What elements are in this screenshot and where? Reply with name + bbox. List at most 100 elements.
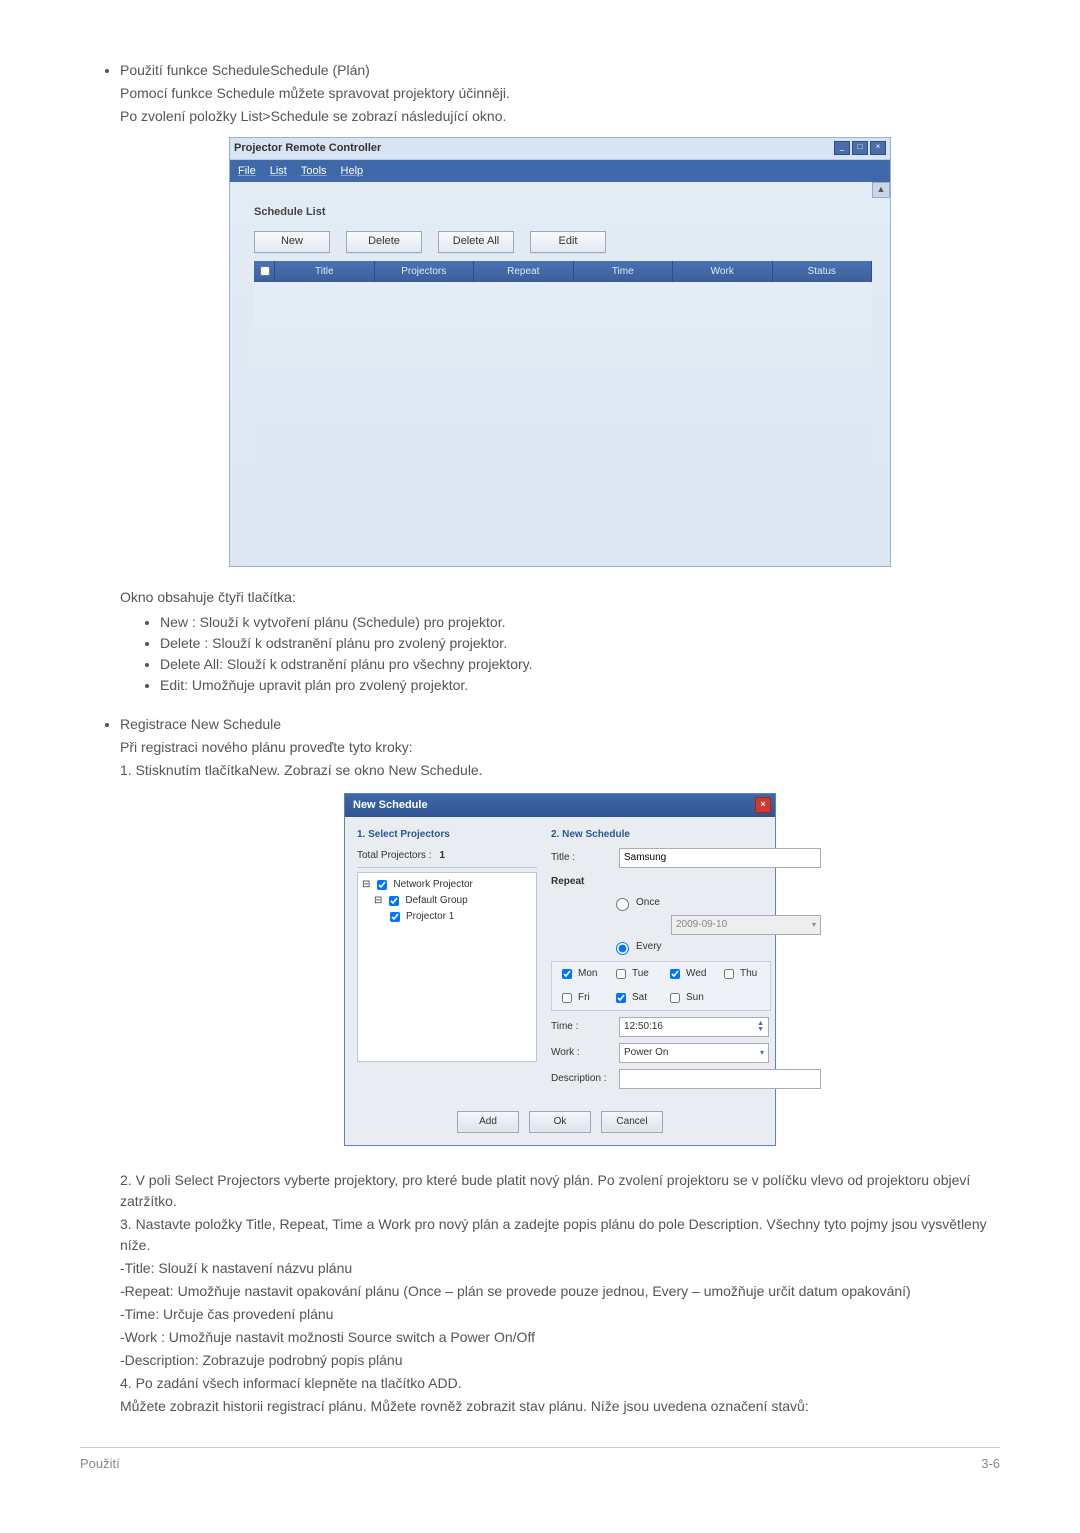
new-schedule-dialog: New Schedule × 1. Select Projectors Tota… bbox=[344, 793, 776, 1146]
col-work[interactable]: Work bbox=[673, 261, 773, 282]
once-radio[interactable] bbox=[616, 898, 629, 911]
day-mon-label: Mon bbox=[578, 966, 597, 981]
col-title[interactable]: Title bbox=[275, 261, 375, 282]
tree-root[interactable]: ⊟ Network Projector bbox=[362, 877, 532, 893]
schedule-list-window: Projector Remote Controller _ □ × File L… bbox=[229, 137, 891, 567]
para-work-desc: -Work : Umožňuje nastavit možnosti Sourc… bbox=[120, 1327, 1000, 1348]
col-time[interactable]: Time bbox=[574, 261, 674, 282]
bullet-delete: Delete : Slouží k odstranění plánu pro z… bbox=[160, 633, 1000, 654]
day-wed[interactable] bbox=[670, 969, 680, 979]
day-sun[interactable] bbox=[670, 993, 680, 1003]
tree-projector-checkbox[interactable] bbox=[390, 912, 400, 922]
day-tue[interactable] bbox=[616, 969, 626, 979]
para-step-2: 2. V poli Select Projectors vyberte proj… bbox=[120, 1170, 1000, 1212]
time-input[interactable]: 12:50:16 ▲▼ bbox=[619, 1017, 769, 1037]
time-label: Time : bbox=[551, 1019, 611, 1034]
menu-help[interactable]: Help bbox=[341, 163, 364, 180]
title-label: Title : bbox=[551, 850, 611, 865]
edit-button[interactable]: Edit bbox=[530, 231, 606, 253]
para-schedule-intro-2: Po zvolení položky List>Schedule se zobr… bbox=[120, 106, 1000, 127]
description-input[interactable] bbox=[619, 1069, 821, 1089]
work-select[interactable]: Power On ▾ bbox=[619, 1043, 769, 1063]
bullet-delete-all: Delete All: Slouží k odstranění plánu pr… bbox=[160, 654, 1000, 675]
tree-collapse-icon[interactable]: ⊟ bbox=[374, 893, 382, 908]
tree-collapse-icon[interactable]: ⊟ bbox=[362, 877, 370, 892]
minimize-icon[interactable]: _ bbox=[834, 141, 850, 155]
section-new-schedule: 2. New Schedule bbox=[551, 827, 821, 842]
menu-list[interactable]: List bbox=[270, 163, 287, 180]
work-value: Power On bbox=[624, 1045, 668, 1060]
chevron-down-icon: ▾ bbox=[812, 919, 816, 931]
bullet-new: New : Slouží k vytvoření plánu (Schedule… bbox=[160, 612, 1000, 633]
para-description-desc: -Description: Zobrazuje podrobný popis p… bbox=[120, 1350, 1000, 1371]
scroll-up-icon[interactable]: ▲ bbox=[872, 182, 890, 198]
day-thu-label: Thu bbox=[740, 966, 757, 981]
close-icon[interactable]: × bbox=[755, 797, 771, 813]
col-projectors[interactable]: Projectors bbox=[375, 261, 475, 282]
para-step-3: 3. Nastavte položky Title, Repeat, Time … bbox=[120, 1214, 1000, 1256]
para-four-buttons: Okno obsahuje čtyři tlačítka: bbox=[120, 587, 1000, 608]
bullet-edit: Edit: Umožňuje upravit plán pro zvolený … bbox=[160, 675, 1000, 696]
ok-button[interactable]: Ok bbox=[529, 1111, 591, 1133]
close-icon[interactable]: × bbox=[870, 141, 886, 155]
add-button[interactable]: Add bbox=[457, 1111, 519, 1133]
total-projectors-value: 1 bbox=[439, 848, 445, 863]
title-input[interactable] bbox=[619, 848, 821, 868]
day-fri[interactable] bbox=[562, 993, 572, 1003]
day-fri-label: Fri bbox=[578, 990, 590, 1005]
delete-all-button[interactable]: Delete All bbox=[438, 231, 514, 253]
day-thu[interactable] bbox=[724, 969, 734, 979]
tree-projector-label: Projector 1 bbox=[406, 909, 454, 924]
para-history: Můžete zobrazit historii registrací plán… bbox=[120, 1396, 1000, 1417]
new-button[interactable]: New bbox=[254, 231, 330, 253]
tree-root-label: Network Projector bbox=[393, 877, 472, 892]
description-label: Description : bbox=[551, 1071, 611, 1086]
tree-group[interactable]: ⊟ Default Group bbox=[362, 893, 532, 909]
title-bar: Projector Remote Controller _ □ × bbox=[230, 138, 890, 160]
section-select-projectors: 1. Select Projectors bbox=[357, 827, 537, 842]
window-title: Projector Remote Controller bbox=[234, 140, 381, 157]
maximize-icon[interactable]: □ bbox=[852, 141, 868, 155]
dialog-title: New Schedule bbox=[353, 797, 428, 814]
every-radio[interactable] bbox=[616, 942, 629, 955]
para-repeat-desc: -Repeat: Umožňuje nastavit opakování plá… bbox=[120, 1281, 1000, 1302]
para-step-4: 4. Po zadání všech informací klepněte na… bbox=[120, 1373, 1000, 1394]
footer-left: Použití bbox=[80, 1454, 120, 1474]
spin-down-icon[interactable]: ▼ bbox=[757, 1027, 764, 1033]
para-schedule-intro-1: Pomocí funkce Schedule můžete spravovat … bbox=[120, 83, 1000, 104]
work-label: Work : bbox=[551, 1045, 611, 1060]
day-tue-label: Tue bbox=[632, 966, 649, 981]
tree-group-checkbox[interactable] bbox=[389, 896, 399, 906]
tree-root-checkbox[interactable] bbox=[377, 880, 387, 890]
once-date-value: 2009-09-10 bbox=[676, 917, 727, 932]
tree-projector[interactable]: Projector 1 bbox=[362, 909, 532, 925]
chevron-down-icon[interactable]: ▾ bbox=[760, 1047, 764, 1059]
header-checkbox[interactable] bbox=[254, 261, 275, 282]
menu-file[interactable]: File bbox=[238, 163, 256, 180]
menu-tools[interactable]: Tools bbox=[301, 163, 327, 180]
days-box: Mon Tue Wed Thu Fri Sat Sun bbox=[551, 961, 771, 1011]
total-projectors-label: Total Projectors : bbox=[357, 848, 431, 863]
panel-title: Schedule List bbox=[254, 204, 872, 221]
day-mon[interactable] bbox=[562, 969, 572, 979]
day-wed-label: Wed bbox=[686, 966, 706, 981]
table-header: Title Projectors Repeat Time Work Status bbox=[254, 261, 872, 282]
menu-bar: File List Tools Help bbox=[230, 160, 890, 183]
day-sun-label: Sun bbox=[686, 990, 704, 1005]
day-sat-label: Sat bbox=[632, 990, 647, 1005]
projector-tree[interactable]: ⊟ Network Projector ⊟ Default Group Proj… bbox=[357, 872, 537, 1062]
col-status[interactable]: Status bbox=[773, 261, 873, 282]
tree-group-label: Default Group bbox=[405, 893, 467, 908]
day-sat[interactable] bbox=[616, 993, 626, 1003]
para-title-desc: -Title: Slouží k nastavení názvu plánu bbox=[120, 1258, 1000, 1279]
time-value: 12:50:16 bbox=[624, 1019, 663, 1034]
heading-schedule-function: Použití funkce ScheduleSchedule (Plán) bbox=[120, 62, 370, 78]
footer-right: 3-6 bbox=[981, 1454, 1000, 1474]
col-repeat[interactable]: Repeat bbox=[474, 261, 574, 282]
cancel-button[interactable]: Cancel bbox=[601, 1111, 663, 1133]
para-register-steps: Při registraci nového plánu proveďte tyt… bbox=[120, 737, 1000, 758]
heading-new-schedule: Registrace New Schedule bbox=[120, 716, 281, 732]
once-label: Once bbox=[636, 895, 660, 910]
delete-button[interactable]: Delete bbox=[346, 231, 422, 253]
once-date-disabled: 2009-09-10 ▾ bbox=[671, 915, 821, 935]
